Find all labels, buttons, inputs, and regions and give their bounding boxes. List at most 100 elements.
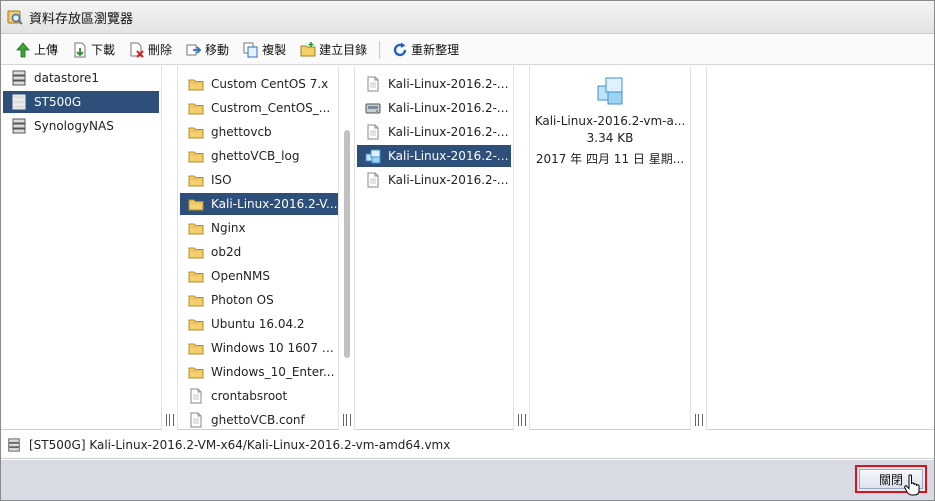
file-item[interactable]: Kali-Linux-2016.2-v...	[357, 169, 511, 191]
folder-icon	[188, 247, 204, 259]
path-bar: [ST500G] Kali-Linux-2016.2-VM-x64/Kali-L…	[1, 431, 934, 459]
datastore-browser-dialog: 資料存放區瀏覽器 上傳 下載 刪除 移動 複製 建立目錄 重新整理 datast…	[0, 0, 935, 501]
datastore-item[interactable]: SynologyNAS	[3, 115, 159, 137]
file-item-label: Kali-Linux-2016.2-v...	[388, 173, 511, 187]
folder-item-label: Custom CentOS 7.x	[211, 77, 329, 91]
column-resize-handle[interactable]	[161, 66, 178, 430]
upload-icon	[16, 41, 30, 57]
folder-icon	[188, 271, 204, 283]
folder-icon	[188, 343, 204, 355]
move-icon	[186, 44, 202, 55]
refresh-label: 重新整理	[411, 43, 460, 57]
folder-item-label: Ubuntu 16.04.2	[211, 317, 305, 331]
folder-item[interactable]: ghettoVCB_log	[180, 145, 338, 167]
datastore-item[interactable]: ST500G	[3, 91, 159, 113]
file-item[interactable]: Kali-Linux-2016.2-v...	[357, 121, 511, 143]
column-resize-handle[interactable]	[690, 66, 707, 430]
download-icon	[74, 42, 86, 57]
datastore-label: ST500G	[34, 95, 82, 109]
virtual-disk-icon	[365, 103, 381, 114]
folder-item-label: Photon OS	[211, 293, 274, 307]
folder-icon	[188, 199, 204, 211]
file-item-label: Kali-Linux-2016.2-v...	[388, 77, 511, 91]
dialog-footer: 關閉	[1, 460, 934, 500]
delete-button[interactable]: 刪除	[125, 39, 176, 61]
delete-label: 刪除	[148, 43, 173, 57]
folder-item[interactable]: Custrom_CentOS_...	[180, 97, 338, 119]
datastore-label: datastore1	[34, 71, 100, 85]
folder-item[interactable]: Ubuntu 16.04.2	[180, 313, 338, 335]
folder-item-label: Windows_10_Enter...	[211, 365, 335, 379]
resize-grip-icon	[518, 414, 526, 426]
copy-label: 複製	[262, 43, 287, 57]
refresh-button[interactable]: 重新整理	[388, 39, 463, 61]
title-bar: 資料存放區瀏覽器	[1, 1, 934, 34]
upload-button[interactable]: 上傳	[11, 39, 62, 61]
file-item[interactable]: Kali-Linux-2016.2-v...	[357, 73, 511, 95]
preview-filename: Kali-Linux-2016.2-vm-a...	[534, 114, 686, 128]
folder-icon	[188, 295, 204, 307]
folder-item-label: Kali-Linux-2016.2-V...	[211, 197, 338, 211]
new-folder-label: 建立目錄	[319, 43, 368, 57]
folder-item-label: OpenNMS	[211, 269, 270, 283]
upload-label: 上傳	[34, 43, 59, 57]
folder-item-label: ghettoVCB.conf	[211, 413, 305, 427]
new-folder-button[interactable]: 建立目錄	[296, 39, 371, 61]
folder-column: Custom CentOS 7.x Custrom_CentOS_...ghett…	[178, 66, 340, 430]
folder-item[interactable]: OpenNMS	[180, 265, 338, 287]
folder-item-label: ISO	[211, 173, 232, 187]
folder-item-label: crontabsroot	[211, 389, 288, 403]
file-item-label: Kali-Linux-2016.2-v...	[388, 101, 511, 115]
file-icon	[367, 76, 379, 92]
current-path: [ST500G] Kali-Linux-2016.2-VM-x64/Kali-L…	[29, 437, 451, 452]
move-button[interactable]: 移動	[182, 39, 233, 61]
hand-cursor-icon	[904, 474, 920, 496]
datastore-item[interactable]: datastore1	[3, 67, 159, 89]
delete-icon	[130, 42, 144, 58]
file-item-label: Kali-Linux-2016.2-v...	[388, 149, 511, 163]
folder-item-label: ghettovcb	[211, 125, 272, 139]
copy-icon	[243, 42, 258, 57]
datastore-icon	[12, 94, 26, 110]
vmx-file-icon	[597, 77, 623, 105]
folder-item[interactable]: ghettoVCB.conf	[180, 409, 338, 430]
file-icon	[190, 412, 202, 428]
datastore-label: SynologyNAS	[34, 119, 114, 133]
scrollbar-thumb[interactable]	[344, 130, 350, 358]
folder-item[interactable]: crontabsroot	[180, 385, 338, 407]
folder-item[interactable]: Nginx	[180, 217, 338, 239]
folder-item[interactable]: Kali-Linux-2016.2-V...	[180, 193, 338, 215]
folder-icon	[188, 175, 204, 187]
folder-icon	[188, 319, 204, 331]
datastore-icon	[12, 70, 26, 86]
folder-item[interactable]: Photon OS	[180, 289, 338, 311]
folder-item-label: Custrom_CentOS_...	[211, 101, 331, 115]
datastore-icon	[8, 437, 20, 452]
preview-column: Kali-Linux-2016.2-vm-a... 3.34 KB 2017 年…	[530, 66, 690, 430]
folder-icon	[188, 127, 204, 139]
folder-item[interactable]: Windows 10 1607 1...	[180, 337, 338, 359]
folder-item[interactable]: ob2d	[180, 241, 338, 263]
folder-icon	[188, 367, 204, 379]
folder-item-label: ob2d	[211, 245, 242, 259]
file-icon	[190, 388, 202, 404]
column-resize-handle[interactable]	[513, 66, 530, 430]
resize-grip-icon	[695, 414, 703, 426]
file-browser: datastore1 ST500G SynologyNAS Custom Cen…	[1, 66, 934, 430]
folder-column-scrollbar[interactable]	[338, 66, 355, 430]
new-folder-icon	[300, 41, 316, 56]
file-item[interactable]: Kali-Linux-2016.2-v...	[357, 97, 511, 119]
folder-item[interactable]: Windows_10_Enter...	[180, 361, 338, 383]
download-button[interactable]: 下載	[68, 39, 119, 61]
download-label: 下載	[91, 43, 116, 57]
folder-item[interactable]: ghettovcb	[180, 121, 338, 143]
datastore-column: datastore1 ST500G SynologyNAS	[1, 66, 161, 430]
folder-item[interactable]: ISO	[180, 169, 338, 191]
folder-item-label: Windows 10 1607 1...	[211, 341, 338, 355]
resize-grip-icon	[343, 414, 351, 426]
folder-icon	[188, 223, 204, 235]
folder-item[interactable]: Custom CentOS 7.x	[180, 73, 338, 95]
preview-date: 2017 年 四月 11 日 星期...	[535, 152, 685, 166]
file-item[interactable]: Kali-Linux-2016.2-v...	[357, 145, 511, 167]
copy-button[interactable]: 複製	[239, 39, 290, 61]
